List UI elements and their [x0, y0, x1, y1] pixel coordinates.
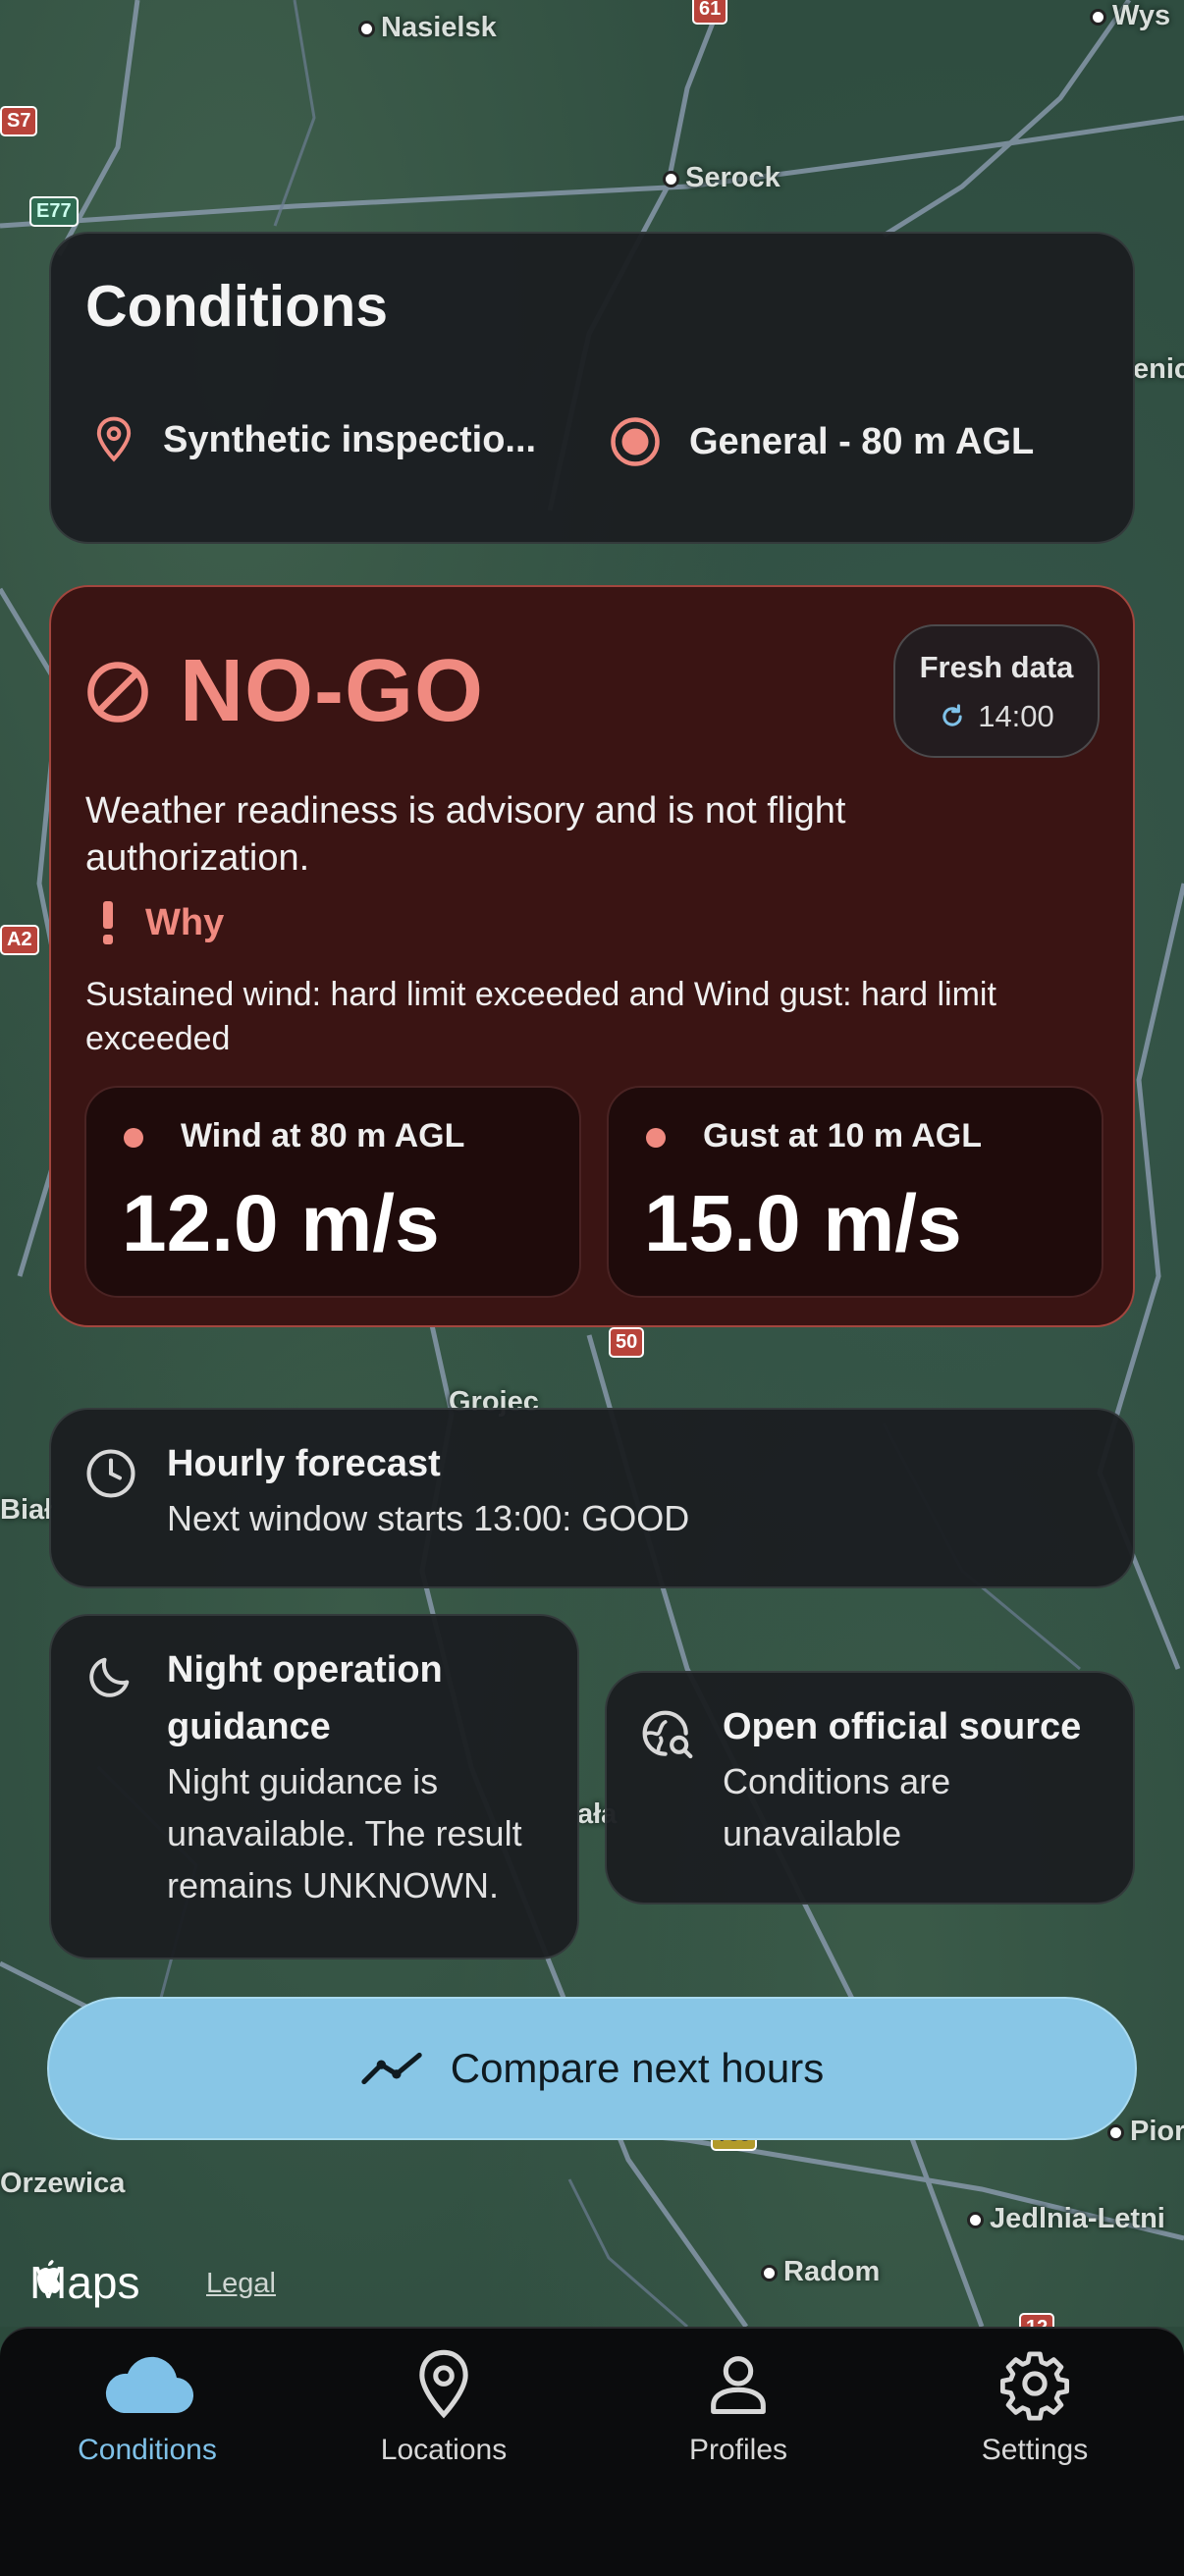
wind-metric-tile: Wind at 80 m AGL 12.0 m/s: [84, 1086, 581, 1298]
tab-label: Profiles: [688, 2434, 788, 2466]
night-title: Night operation guidance: [167, 1649, 443, 1747]
fresh-data-badge[interactable]: Fresh data 14:00: [893, 624, 1100, 758]
conditions-header-card: Conditions Synthetic inspectio... Genera…: [49, 232, 1135, 544]
location-pin-icon: [96, 416, 132, 462]
profile-selector[interactable]: General - 80 m AGL: [609, 415, 1034, 468]
map-place: Wys: [1090, 0, 1170, 32]
location-pin-icon: [419, 2349, 468, 2419]
page-title: Conditions: [85, 274, 389, 339]
official-subtitle: Conditions are unavailable: [723, 1761, 951, 1853]
map-place: Biał: [0, 1494, 53, 1526]
map-place: Jedlnia-Letni: [967, 2203, 1165, 2235]
metric-label: Wind at 80 m AGL: [181, 1117, 465, 1154]
tab-bar: Conditions Locations Profiles Settings: [0, 2327, 1184, 2576]
gust-metric-tile: Gust at 10 m AGL 15.0 m/s: [607, 1086, 1103, 1298]
tab-settings[interactable]: Settings: [917, 2346, 1153, 2467]
person-icon: [711, 2356, 766, 2415]
status-dot: [646, 1128, 666, 1148]
moon-icon: [89, 1657, 130, 1697]
road-shield: 50: [609, 1327, 645, 1358]
fresh-data-time: 14:00: [978, 699, 1054, 733]
clock-icon: [86, 1449, 135, 1498]
verdict-label: NO-GO: [180, 642, 484, 740]
tab-profiles[interactable]: Profiles: [620, 2346, 856, 2467]
why-label: Why: [145, 901, 225, 943]
tab-label: Settings: [981, 2434, 1089, 2466]
prohibited-icon: [87, 661, 148, 723]
official-title: Open official source: [723, 1706, 1082, 1747]
verdict-card: NO-GO Fresh data 14:00 Weather readiness…: [49, 585, 1135, 1327]
tab-label: Locations: [380, 2434, 508, 2466]
metric-label: Gust at 10 m AGL: [703, 1117, 983, 1154]
why-heading: Why: [100, 901, 224, 944]
metric-value: 12.0 m/s: [122, 1179, 440, 1268]
hourly-title: Hourly forecast: [167, 1443, 441, 1484]
exclamation-icon: [103, 901, 113, 944]
verdict-status: NO-GO: [85, 641, 484, 742]
official-source-card[interactable]: Open official source Conditions are unav…: [605, 1671, 1135, 1905]
map-place: Radom: [761, 2256, 880, 2288]
apple-maps-logo: Maps: [29, 2256, 139, 2309]
selected-profile: General - 80 m AGL: [689, 420, 1035, 462]
map-place: Pior: [1107, 2116, 1184, 2148]
road-shield: E77: [29, 196, 79, 227]
night-subtitle: Night guidance is unavailable. The resul…: [167, 1761, 522, 1905]
road-shield: 61: [692, 0, 728, 25]
refresh-icon: [942, 704, 962, 726]
compare-next-hours-button[interactable]: Compare next hours: [47, 1997, 1137, 2140]
road-shield: S7: [0, 106, 38, 136]
trend-line-icon: [361, 2052, 422, 2085]
map-place: enic: [1133, 353, 1184, 385]
advisory-text: Weather readiness is advisory and is not…: [85, 790, 846, 879]
road-shield: 12: [1019, 2313, 1055, 2327]
map-place: Serock: [663, 162, 780, 194]
selected-location: Synthetic inspectio...: [163, 418, 537, 460]
map-place: Orzewica: [0, 2168, 126, 2199]
hourly-subtitle: Next window starts 13:00: GOOD: [167, 1498, 690, 1538]
target-icon: [611, 417, 660, 466]
gear-icon: [1000, 2351, 1069, 2421]
tab-locations[interactable]: Locations: [326, 2346, 562, 2467]
tab-conditions[interactable]: Conditions: [29, 2346, 265, 2467]
compare-label: Compare next hours: [450, 2045, 825, 2091]
apple-logo-icon: [37, 2260, 62, 2293]
road-shield: A2: [0, 925, 39, 955]
legal-link[interactable]: Legal: [206, 2268, 276, 2300]
cloud-icon: [105, 2356, 194, 2414]
night-guidance-card[interactable]: Night operation guidance Night guidance …: [49, 1614, 579, 1959]
why-explanation: Sustained wind: hard limit exceeded and …: [85, 976, 996, 1057]
hourly-forecast-card[interactable]: Hourly forecast Next window starts 13:00…: [49, 1408, 1135, 1588]
globe-search-icon: [642, 1710, 693, 1759]
tab-label: Conditions: [78, 2434, 217, 2466]
fresh-data-label: Fresh data: [919, 650, 1074, 684]
status-dot: [124, 1128, 143, 1148]
map-place: Nasielsk: [358, 12, 497, 44]
location-selector[interactable]: Synthetic inspectio...: [92, 415, 536, 464]
metric-value: 15.0 m/s: [644, 1179, 962, 1268]
